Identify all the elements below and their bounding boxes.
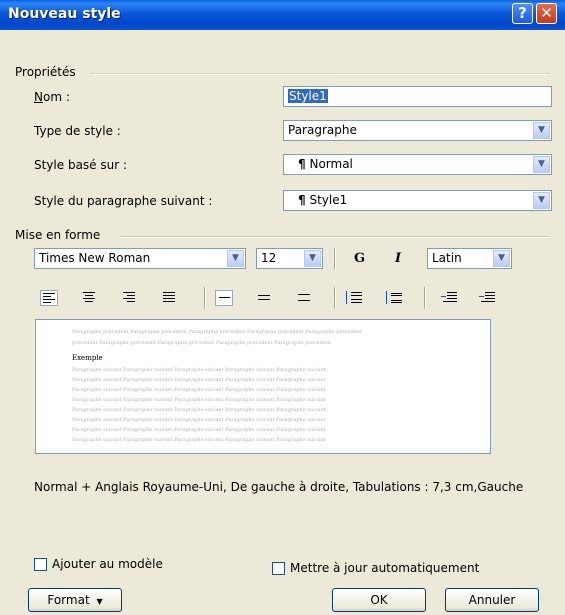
cancel-button[interactable]: Annuler — [445, 588, 539, 612]
line-spacing-single-icon[interactable] — [215, 290, 233, 306]
preview-preceding-line: Paragraphe précédent Paragraphe précéden… — [72, 329, 363, 335]
preview-following-line: Paragraphe suivant Paragraphe suivant Pa… — [72, 437, 326, 443]
toolbar-separator — [334, 248, 336, 270]
based-on-label: Style basé sur : — [34, 158, 128, 172]
preview-example: Exemple — [72, 354, 103, 362]
justify-icon[interactable] — [160, 290, 178, 306]
new-style-dialog: Nouveau style ? ✕ Propriétés Nom : Style… — [0, 0, 565, 615]
align-right-icon[interactable] — [120, 290, 138, 306]
font-size-value: 12 — [261, 251, 277, 265]
indent-decrease-icon[interactable] — [440, 290, 458, 306]
name-input[interactable]: Style1 — [283, 86, 552, 107]
preview-preceding-line: précédent Paragraphe précédent Paragraph… — [72, 340, 331, 346]
format-button-label: Format — [47, 593, 90, 607]
based-on-select[interactable]: ¶ Normal ▼ — [283, 154, 552, 175]
chevron-down-icon[interactable]: ▼ — [493, 250, 510, 267]
preview-following-line: Paragraphe suivant Paragraphe suivant Pa… — [72, 397, 326, 403]
next-style-select[interactable]: ¶ Style1 ▼ — [283, 190, 552, 211]
font-value: Times New Roman — [39, 251, 151, 265]
toolbar-separator — [334, 287, 336, 309]
bold-button[interactable]: G — [354, 251, 365, 266]
preview-following-line: Paragraphe suivant Paragraphe suivant Pa… — [72, 427, 326, 433]
auto-update-label[interactable]: Mettre à jour automatiquement — [290, 561, 479, 575]
preview-following-line: Paragraphe suivant Paragraphe suivant Pa… — [72, 417, 326, 423]
chevron-down-icon[interactable]: ▼ — [304, 250, 321, 267]
name-value: Style1 — [288, 89, 328, 103]
align-left-icon[interactable] — [40, 290, 58, 306]
chevron-down-icon[interactable]: ▼ — [227, 250, 244, 267]
name-label-rest: om : — [42, 90, 70, 104]
chevron-down-icon[interactable]: ▼ — [533, 192, 550, 209]
italic-button[interactable]: I — [395, 251, 401, 266]
based-on-value: Normal — [309, 157, 353, 171]
auto-update-checkbox[interactable] — [272, 562, 285, 575]
pilcrow-icon: ¶ — [298, 193, 306, 207]
title-bar[interactable]: Nouveau style ? ✕ — [0, 0, 565, 30]
align-center-icon[interactable] — [80, 290, 98, 306]
style-preview: Paragraphe précédent Paragraphe précéden… — [35, 319, 491, 454]
chevron-down-icon[interactable]: ▼ — [533, 156, 550, 173]
next-style-label: Style du paragraphe suivant : — [34, 194, 213, 208]
pilcrow-icon: ¶ — [298, 157, 306, 171]
properties-group-label: Propriétés — [15, 65, 80, 79]
style-type-value: Paragraphe — [288, 123, 357, 137]
preview-following-line: Paragraphe suivant Paragraphe suivant Pa… — [72, 377, 326, 383]
style-type-label: Type de style : — [34, 124, 121, 138]
chevron-down-icon: ▼ — [96, 597, 103, 606]
formatting-divider — [120, 236, 550, 238]
style-description: Normal + Anglais Royaume-Uni, De gauche … — [34, 480, 524, 494]
toolbar-separator — [424, 287, 426, 309]
close-icon[interactable]: ✕ — [536, 3, 557, 24]
space-before-increase-icon[interactable] — [345, 290, 363, 306]
script-select[interactable]: Latin ▼ — [427, 248, 512, 269]
formatting-group-label: Mise en forme — [15, 228, 105, 242]
script-value: Latin — [432, 251, 462, 265]
chevron-down-icon[interactable]: ▼ — [533, 122, 550, 139]
toolbar-separator — [204, 287, 206, 309]
preview-following-line: Paragraphe suivant Paragraphe suivant Pa… — [72, 407, 326, 413]
preview-following-line: Paragraphe suivant Paragraphe suivant Pa… — [72, 367, 326, 373]
line-spacing-double-icon[interactable] — [295, 290, 313, 306]
font-size-select[interactable]: 12 ▼ — [256, 248, 323, 269]
next-style-value: Style1 — [309, 193, 348, 207]
line-spacing-onehalf-icon[interactable] — [255, 290, 273, 306]
add-to-template-label[interactable]: Ajouter au modèle — [52, 557, 163, 571]
format-button[interactable]: Format ▼ — [28, 588, 122, 612]
preview-following-line: Paragraphe suivant Paragraphe suivant Pa… — [72, 387, 326, 393]
help-icon[interactable]: ? — [512, 3, 533, 24]
style-type-select[interactable]: Paragraphe ▼ — [283, 120, 552, 141]
indent-increase-icon[interactable] — [478, 290, 496, 306]
properties-divider — [90, 73, 550, 75]
dialog-title: Nouveau style — [8, 6, 121, 22]
add-to-template-checkbox[interactable] — [34, 558, 47, 571]
ok-button[interactable]: OK — [332, 588, 426, 612]
font-select[interactable]: Times New Roman ▼ — [34, 248, 246, 269]
name-label: Nom : — [34, 90, 70, 104]
space-before-decrease-icon[interactable] — [385, 290, 403, 306]
